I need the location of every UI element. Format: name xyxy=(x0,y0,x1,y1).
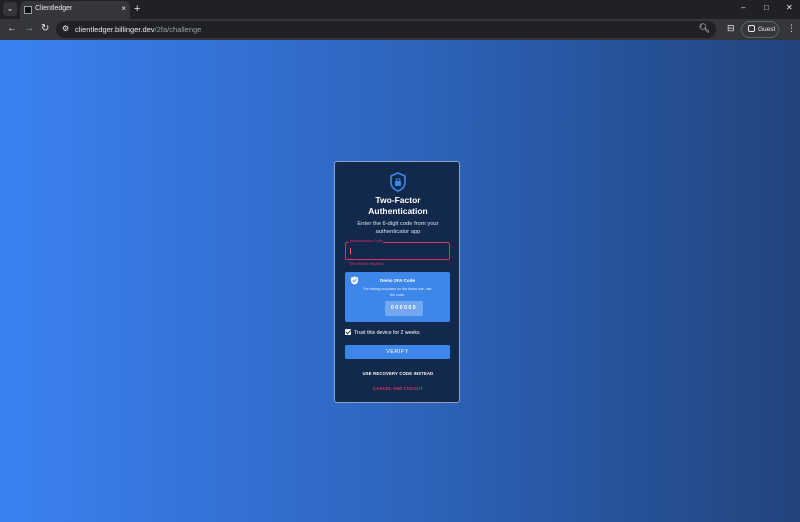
cast-icon[interactable]: ⊟ xyxy=(727,23,735,34)
minimize-icon[interactable]: – xyxy=(741,3,745,12)
profile-button[interactable]: Guest xyxy=(741,21,779,38)
back-icon[interactable]: ← xyxy=(7,23,17,35)
demo-code-value: 000000 xyxy=(385,301,423,316)
profile-label: Guest xyxy=(758,26,776,33)
authentication-code-input[interactable] xyxy=(350,247,445,256)
url-path: /2fa/challenge xyxy=(154,25,202,34)
url-text[interactable]: clientledger.billinger.dev/2fa/challenge xyxy=(75,25,201,34)
trust-device-option[interactable]: Trust this device for 2 weeks xyxy=(345,329,420,337)
two-factor-card: Two-Factor Authentication Enter the 6-di… xyxy=(334,161,460,403)
reload-icon[interactable]: ↻ xyxy=(41,23,49,35)
address-bar[interactable]: ⚙ clientledger.billinger.dev/2fa/challen… xyxy=(56,21,716,38)
verify-button[interactable]: VERIFY xyxy=(345,345,450,359)
url-host: clientledger.billinger.dev xyxy=(75,25,155,34)
new-tab-icon[interactable]: + xyxy=(134,2,140,16)
authentication-code-label: Authentication Code xyxy=(349,239,384,244)
title-line-2: Authentication xyxy=(368,206,428,216)
browser-tab[interactable]: Clientledger × xyxy=(20,1,130,19)
maximize-icon[interactable]: □ xyxy=(764,3,769,12)
demo-code-note: For testing purposes on the demo site, u… xyxy=(363,287,432,297)
tab-search-icon[interactable]: ⌄ xyxy=(3,2,17,16)
title-line-1: Two-Factor xyxy=(375,195,421,205)
favicon-icon xyxy=(24,6,32,14)
demo-code-title: Demo 2FA Code xyxy=(379,278,416,283)
cancel-logout-link[interactable]: CANCEL AND LOGOUT xyxy=(335,386,461,391)
demo-code-panel: Demo 2FA Code For testing purposes on th… xyxy=(345,272,450,322)
menu-icon[interactable]: ⋮ xyxy=(787,23,796,34)
trust-device-label: Trust this device for 2 weeks xyxy=(354,330,420,336)
forward-icon[interactable]: → xyxy=(24,23,34,35)
field-error-message: This field is required xyxy=(349,262,383,266)
tab-close-icon[interactable]: × xyxy=(121,4,126,13)
shield-lock-icon xyxy=(390,172,406,192)
authentication-code-field[interactable]: Authentication Code xyxy=(345,239,450,260)
recovery-code-link[interactable]: USE RECOVERY CODE INSTEAD xyxy=(335,371,461,376)
tab-title: Clientledger xyxy=(35,5,73,12)
subtitle: Enter the 6-digit code from your authent… xyxy=(357,221,439,235)
profile-icon xyxy=(748,25,755,32)
browser-tab-strip: ⌄ Clientledger × + – □ ✕ xyxy=(0,0,800,19)
browser-toolbar: ← → ↻ ⚙ clientledger.billinger.dev/2fa/c… xyxy=(0,19,800,40)
page-background: Two-Factor Authentication Enter the 6-di… xyxy=(0,40,800,522)
page-title: Two-Factor Authentication xyxy=(335,195,461,217)
window-close-icon[interactable]: ✕ xyxy=(786,3,793,12)
trust-device-checkbox[interactable] xyxy=(345,329,351,335)
site-info-icon[interactable]: ⚙ xyxy=(62,24,69,33)
zoom-icon[interactable]: 🔍︎ xyxy=(699,23,710,34)
